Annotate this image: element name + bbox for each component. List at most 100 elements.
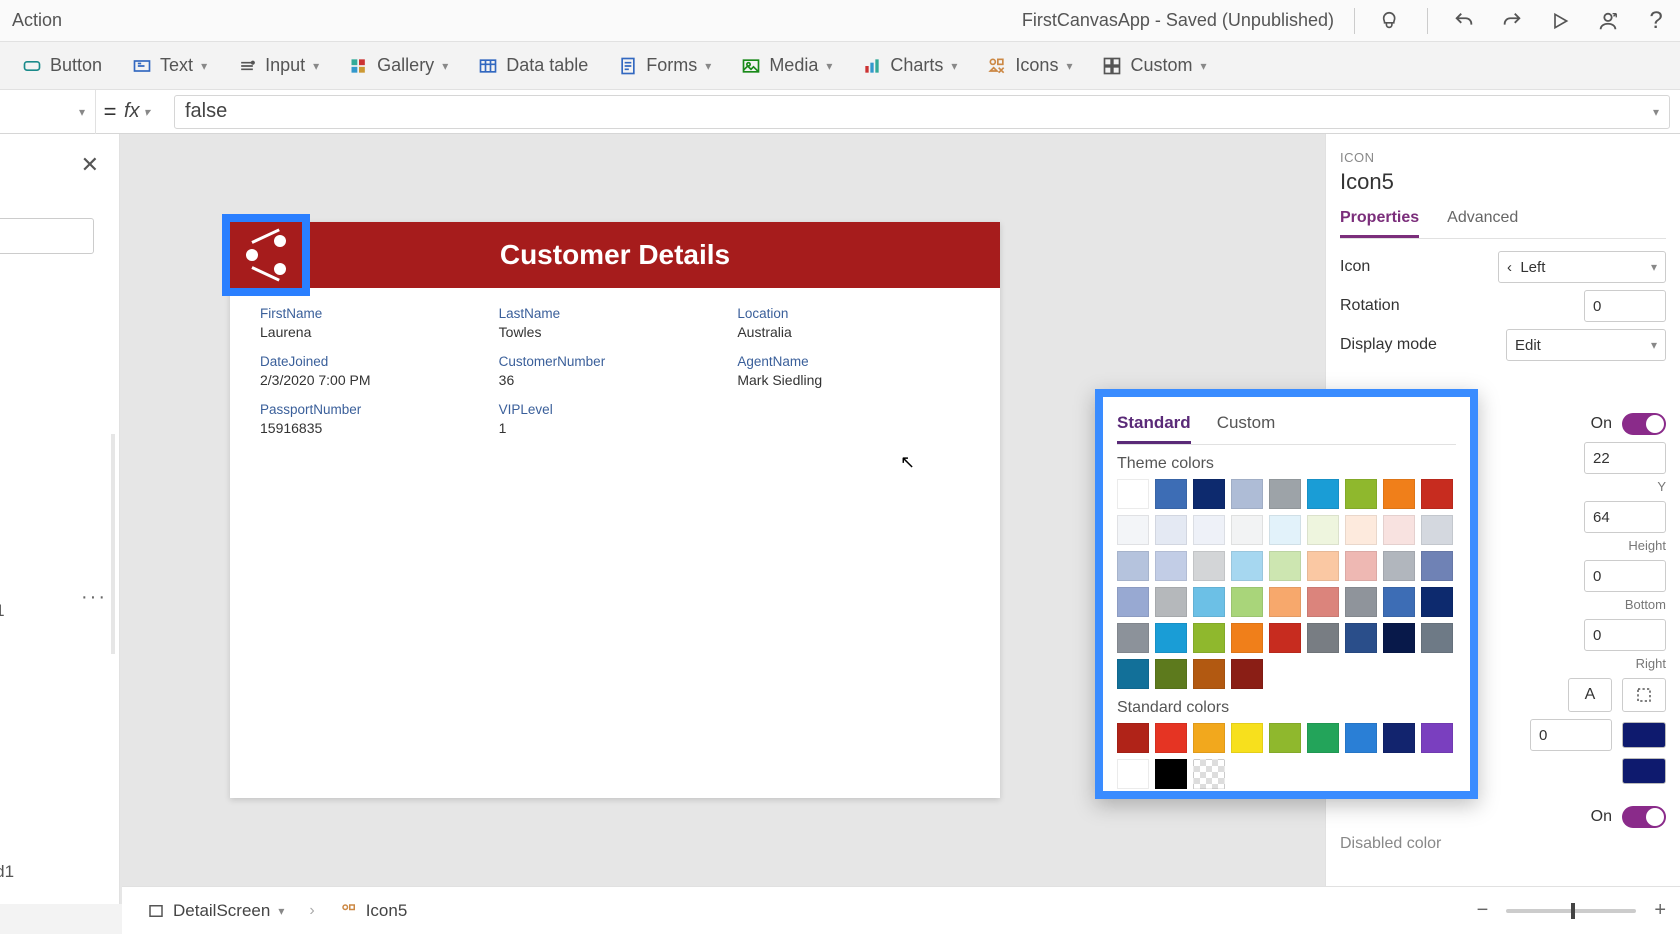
color-swatch[interactable] — [1231, 587, 1263, 617]
color-swatch[interactable] — [1269, 723, 1301, 753]
ribbon-input[interactable]: Input▾ — [225, 51, 331, 80]
zoom-in-button[interactable]: + — [1654, 899, 1666, 922]
color-swatch[interactable] — [1269, 479, 1301, 509]
play-icon[interactable] — [1548, 9, 1572, 33]
app-checker-icon[interactable] — [1379, 9, 1403, 33]
color-swatch[interactable] — [1383, 551, 1415, 581]
color-swatch[interactable] — [1193, 759, 1225, 789]
prop-bottom-input[interactable]: 0 — [1584, 560, 1666, 592]
prop-num-input[interactable]: 0 — [1530, 719, 1612, 751]
color-swatch[interactable] — [1155, 623, 1187, 653]
color-swatch[interactable] — [1269, 515, 1301, 545]
ribbon-text[interactable]: Text▾ — [120, 51, 219, 80]
control-name[interactable]: Icon5 — [1340, 169, 1666, 195]
color-swatch[interactable] — [1193, 623, 1225, 653]
prop-right-input[interactable]: 0 — [1584, 619, 1666, 651]
color-swatch[interactable] — [1345, 515, 1377, 545]
color-swatch[interactable] — [1345, 551, 1377, 581]
tree-items[interactable]: rd1 1 d1 2 1 ard1 — [0, 589, 14, 894]
toggle-2[interactable] — [1622, 806, 1666, 828]
fx-icon[interactable]: fx▾ — [124, 100, 174, 123]
color-swatch[interactable] — [1421, 515, 1453, 545]
color-swatch[interactable] — [1155, 479, 1187, 509]
color-swatch[interactable] — [1155, 759, 1187, 789]
prop-height-input[interactable]: 64 — [1584, 501, 1666, 533]
color-swatch[interactable] — [1383, 723, 1415, 753]
color-swatch[interactable] — [1421, 623, 1453, 653]
color-swatch[interactable] — [1193, 479, 1225, 509]
border-button[interactable] — [1622, 678, 1666, 712]
color-swatch[interactable] — [1269, 551, 1301, 581]
share-icon[interactable] — [1596, 9, 1620, 33]
color-swatch[interactable] — [1155, 659, 1187, 689]
zoom-out-button[interactable]: − — [1477, 899, 1489, 922]
color-swatch[interactable] — [1117, 515, 1149, 545]
color-swatch[interactable] — [1345, 723, 1377, 753]
color-swatch[interactable] — [1231, 551, 1263, 581]
color-swatch[interactable] — [1421, 479, 1453, 509]
close-panel-icon[interactable]: ✕ — [81, 152, 99, 178]
visible-toggle[interactable] — [1622, 413, 1666, 435]
tab-advanced[interactable]: Advanced — [1447, 209, 1518, 238]
color-swatch[interactable] — [1155, 551, 1187, 581]
color-swatch[interactable] — [1345, 587, 1377, 617]
ribbon-datatable[interactable]: Data table — [466, 51, 600, 80]
property-selector[interactable]: ▾ — [0, 90, 96, 134]
ribbon-gallery[interactable]: Gallery▾ — [337, 51, 460, 80]
color-swatch[interactable] — [1383, 479, 1415, 509]
color-swatch[interactable] — [1231, 515, 1263, 545]
ribbon-icons[interactable]: Icons▾ — [975, 51, 1084, 80]
color-swatch[interactable] — [1117, 479, 1149, 509]
color-swatch[interactable] — [1421, 723, 1453, 753]
color-swatch[interactable] — [1231, 479, 1263, 509]
ribbon-button[interactable]: Button — [10, 51, 114, 80]
breadcrumb-control[interactable]: Icon5 — [329, 896, 419, 926]
color-swatch[interactable] — [1383, 515, 1415, 545]
prop-displaymode-select[interactable]: Edit▾ — [1506, 329, 1666, 361]
colorpicker-tab-custom[interactable]: Custom — [1217, 409, 1276, 444]
prop-rotation-input[interactable]: 0 — [1584, 290, 1666, 322]
breadcrumb-screen[interactable]: DetailScreen▾ — [136, 896, 295, 926]
color-swatch[interactable] — [1345, 623, 1377, 653]
color-swatch[interactable] — [1345, 479, 1377, 509]
color-swatch[interactable] — [1117, 551, 1149, 581]
formula-input[interactable]: false▾ — [174, 95, 1670, 129]
tree-item-more-icon[interactable]: ··· — [81, 586, 107, 609]
undo-icon[interactable] — [1452, 9, 1476, 33]
color-swatch[interactable] — [1193, 515, 1225, 545]
tree-search-input[interactable] — [0, 218, 94, 254]
color-swatch[interactable] — [1231, 659, 1263, 689]
color-swatch[interactable] — [1421, 587, 1453, 617]
color-swatch[interactable] — [1269, 623, 1301, 653]
color-swatch[interactable] — [1307, 479, 1339, 509]
color-swatch[interactable] — [1193, 551, 1225, 581]
color-swatch[interactable] — [1269, 587, 1301, 617]
font-color-button[interactable]: A — [1568, 678, 1612, 712]
color-swatch[interactable] — [1307, 587, 1339, 617]
color-swatch[interactable] — [1117, 723, 1149, 753]
color-swatch[interactable] — [1383, 623, 1415, 653]
tab-properties[interactable]: Properties — [1340, 209, 1419, 238]
ribbon-forms[interactable]: Forms▾ — [606, 51, 723, 80]
ribbon-custom[interactable]: Custom▾ — [1090, 51, 1218, 80]
color-swatch[interactable] — [1155, 587, 1187, 617]
color-swatch[interactable] — [1193, 659, 1225, 689]
color-swatch[interactable] — [1117, 587, 1149, 617]
color-swatch[interactable] — [1307, 515, 1339, 545]
color-swatch[interactable] — [1155, 515, 1187, 545]
color-swatch[interactable] — [1421, 551, 1453, 581]
color-swatch[interactable] — [1307, 551, 1339, 581]
color-swatch[interactable] — [1231, 623, 1263, 653]
color-swatch[interactable] — [1231, 723, 1263, 753]
redo-icon[interactable] — [1500, 9, 1524, 33]
back-icon[interactable] — [236, 228, 296, 282]
colorpicker-tab-standard[interactable]: Standard — [1117, 409, 1191, 444]
color-swatch[interactable] — [1193, 723, 1225, 753]
prop-y-input[interactable]: 22 — [1584, 442, 1666, 474]
color-swatch[interactable] — [1155, 723, 1187, 753]
color-swatch-2[interactable] — [1622, 758, 1666, 784]
color-swatch[interactable] — [1307, 723, 1339, 753]
prop-icon-select[interactable]: ‹ Left▾ — [1498, 251, 1666, 283]
ribbon-charts[interactable]: Charts▾ — [850, 51, 969, 80]
help-icon[interactable]: ? — [1644, 9, 1668, 33]
